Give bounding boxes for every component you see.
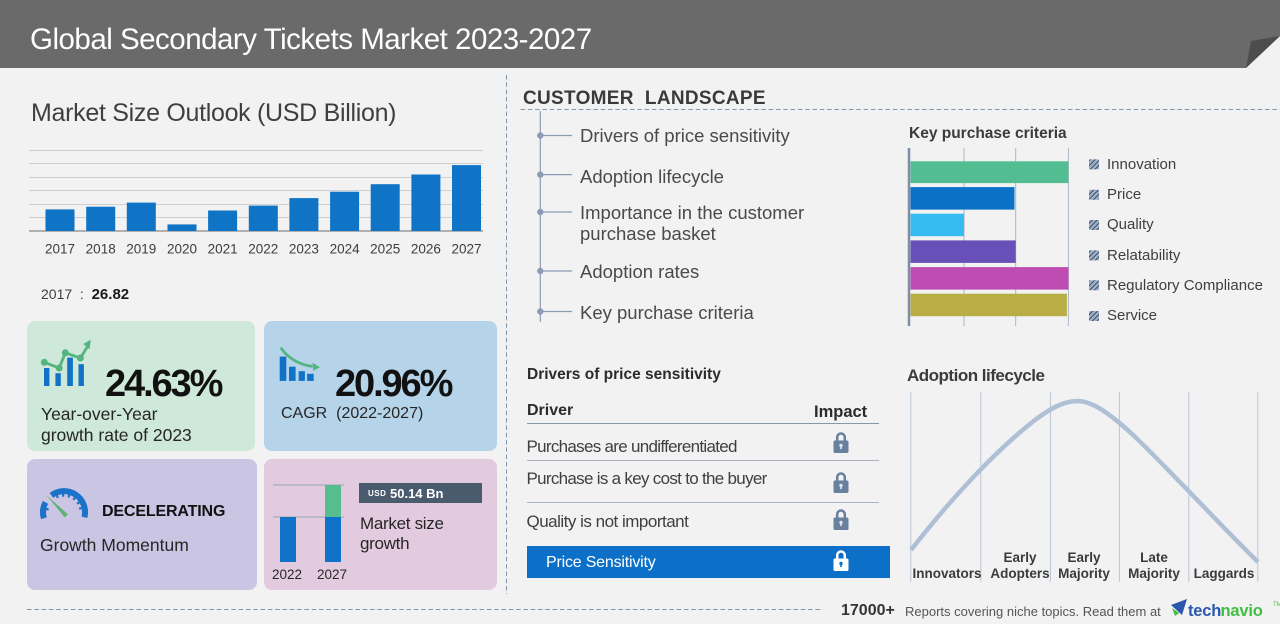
svg-text:2023: 2023 <box>289 242 319 257</box>
svg-text:TM: TM <box>1273 602 1280 608</box>
svg-text:2020: 2020 <box>167 242 197 257</box>
svg-text:2025: 2025 <box>370 242 400 257</box>
svg-text:2021: 2021 <box>208 242 238 257</box>
svg-text:2018: 2018 <box>86 242 116 257</box>
svg-text:2026: 2026 <box>411 242 441 257</box>
svg-text:2024: 2024 <box>330 242 361 257</box>
svg-text:2022: 2022 <box>248 242 278 257</box>
svg-text:navio: navio <box>1221 602 1263 620</box>
svg-text:2017: 2017 <box>45 242 75 257</box>
svg-text:2019: 2019 <box>126 242 156 257</box>
svg-text:2027: 2027 <box>451 242 481 257</box>
svg-text:tech: tech <box>1188 602 1221 620</box>
